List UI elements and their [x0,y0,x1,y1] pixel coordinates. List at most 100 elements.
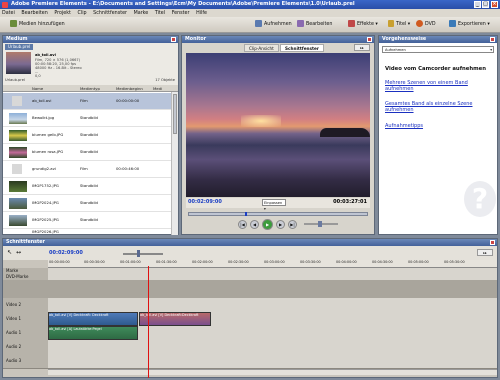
link-multiple-scenes[interactable]: Mehrere Szenen von einem Band aufnehmen [385,80,485,93]
media-column-header: Name Medientyp Medienbeginn Medi [3,85,178,92]
column-media-end[interactable]: Medi [153,85,162,92]
audio-3-area[interactable] [48,354,497,368]
media-row[interactable]: IMGP2026.JPG [3,229,178,234]
menu-hilfe[interactable]: Hilfe [196,11,207,16]
audio-1-area[interactable]: ab_toll.avi [A] Lautstärke:Pegel [48,326,497,340]
media-scrollbar[interactable] [171,92,178,235]
media-row[interactable]: IMGP2024.JPG Standbild [3,195,178,212]
dvd-button[interactable]: DVD [414,20,438,30]
link-whole-tape[interactable]: Gesamtes Band als einzelne Szene aufnehm… [385,101,485,114]
step-back-icon[interactable]: ◀ [250,220,259,229]
media-row[interactable]: ab_toll.avi Film 00:00:00:00 [3,93,178,110]
menu-schnittfenster[interactable]: Schnittfenster [93,11,127,16]
media-info-area: Urlaub.prel ab_toll.avi Film, 720 × 576 … [3,43,178,85]
effects-button[interactable]: Effekte ▾ [346,20,380,30]
media-row[interactable]: IMGP1752.JPG Standbild [3,178,178,195]
dvd-marker-area[interactable] [48,273,497,280]
audio-clip[interactable]: ab_toll.avi [A] Lautstärke:Pegel [48,326,138,340]
timeline-panel-close-icon[interactable] [490,240,495,245]
menu-fenster[interactable]: Fenster [172,11,190,16]
monitor-panel-close-icon[interactable] [367,37,372,42]
link-capture-tips[interactable]: Aufnahmetipps [385,123,485,129]
column-name[interactable]: Name [32,85,43,92]
video-clip[interactable]: ab_toll.avi [V] Deckkraft:Deckkraft [139,312,211,326]
zoom-select[interactable]: Einpassen ▾ [262,199,286,211]
video-2-area[interactable] [48,298,497,312]
media-info-name: ab_toll.avi [35,53,56,57]
playhead[interactable] [148,266,149,378]
shuttle-handle[interactable] [318,221,322,227]
titles-icon [388,20,394,27]
media-count-label: 17 Objekte [155,78,175,82]
howto-panel-close-icon[interactable] [490,37,495,42]
media-panel-close-icon[interactable] [171,37,176,42]
current-time[interactable]: 00:02:09:00 [188,199,222,205]
timeline-panel-header: Schnittfenster [3,239,497,246]
edit-button[interactable]: Bearbeiten [295,20,334,30]
maximize-button[interactable]: □ [482,1,489,8]
capture-button[interactable]: Aufnehmen [253,20,294,30]
add-media-icon [10,20,17,27]
go-to-start-icon[interactable]: |◀ [238,220,247,229]
media-info-line: 0,0 [35,74,41,78]
video-clip[interactable]: ab_toll.avi [V] Deckkraft: Deckkraft [48,312,138,326]
menu-bearbeiten[interactable]: Bearbeiten [21,11,47,16]
menu-marke[interactable]: Marke [134,11,149,16]
timeline-more-button[interactable]: ▸▸ [477,249,493,256]
monitor-panel-header: Monitor [182,36,374,43]
zoom-slider[interactable] [123,253,163,255]
window-title: Adobe Premiere Elements - E:\Documents a… [11,1,355,7]
monitor-scrub-bar[interactable] [188,212,368,216]
audio-2-area[interactable] [48,340,497,354]
ruler-tick: 00:00:30:00 [84,260,105,264]
media-row[interactable]: grundig2.avi Film 00:00:46:00 [3,161,178,178]
image-thumbnail [9,130,27,141]
scrub-handle[interactable] [245,212,247,216]
minimize-button[interactable]: _ [474,1,481,8]
column-media-start[interactable]: Medienbeginn [116,85,143,92]
close-button[interactable]: × [491,1,498,8]
timeline-current-time[interactable]: 00:02:09:00 [49,250,83,256]
camera-icon [255,20,262,27]
tab-clip-view[interactable]: Clip-Ansicht [244,44,279,52]
step-forward-icon[interactable]: ▶ [276,220,285,229]
timeline-toolbar: ↖ ↔ 00:02:09:00 ▸▸ [3,246,497,260]
track-empty [3,280,497,299]
media-row[interactable]: IMGP2025.JPG Standbild [3,212,178,229]
track-video-2: Video 2 [3,298,497,313]
tab-timeline-view[interactable]: Schnittfenster [280,44,324,52]
video-sun-glow [241,115,281,127]
timeline-scrollbar[interactable] [48,369,497,375]
media-row[interactable]: blumen gelb.JPG Standbild [3,127,178,144]
scrollbar-thumb[interactable] [173,94,177,134]
media-preview-thumbnail [6,52,31,74]
monitor-more-button[interactable]: ▸▸ [354,44,370,51]
media-info-line: 48000 Hz - 16-Bit - Stereo [35,66,82,70]
export-button[interactable]: Exportieren ▾ [447,20,492,30]
timeline-ruler[interactable]: 00:00:00:00 00:00:30:00 00:01:00:00 00:0… [48,260,497,268]
video-1-area[interactable]: ab_toll.avi [V] Deckkraft: Deckkraft ab_… [48,312,497,326]
media-row[interactable]: blumen rosa.JPG Standbild [3,144,178,161]
menu-titel[interactable]: Titel [155,11,165,16]
titles-button[interactable]: Titel ▾ [386,20,412,30]
menu-clip[interactable]: Clip [78,11,87,16]
image-thumbnail [9,147,27,158]
add-media-button[interactable]: Medien hinzufügen [8,20,67,30]
column-media-type[interactable]: Medientyp [80,85,100,92]
go-to-end-icon[interactable]: ▶| [288,220,297,229]
effects-icon [348,20,355,27]
menu-datei[interactable]: Datei [2,11,15,16]
app-icon [2,1,8,8]
media-row[interactable]: Bewolkt.jpg Standbild [3,110,178,127]
menu-projekt[interactable]: Projekt [54,11,71,16]
selection-tool-icon[interactable]: ↖ [7,249,12,256]
menu-bar: Datei Bearbeiten Projekt Clip Schnittfen… [0,9,500,17]
howto-topic-select[interactable]: Aufnehmen ▾ [382,46,494,53]
media-panel: Medium Urlaub.prel ab_toll.avi Film, 720… [2,35,179,235]
time-stretch-tool-icon[interactable]: ↔ [16,249,21,256]
image-thumbnail [9,215,27,226]
zoom-slider-handle[interactable] [137,250,140,257]
media-tab[interactable]: Urlaub.prel [5,44,34,50]
dvd-icon [416,20,423,27]
play-icon[interactable]: ▶ [262,219,273,230]
